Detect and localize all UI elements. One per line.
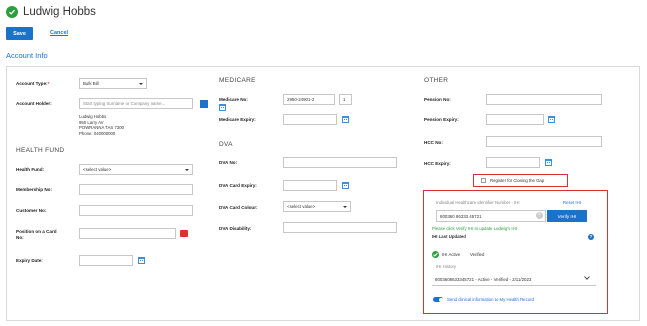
hcc-no-label: HCC No: — [424, 140, 443, 145]
medicare-no-input[interactable]: 2950-24901-2 — [283, 94, 335, 105]
closing-gap-checkbox[interactable] — [481, 178, 486, 183]
pension-no-label: Pension No: — [424, 97, 451, 102]
section-title: Account Info — [6, 51, 48, 60]
medicare-header: MEDICARE — [219, 77, 256, 84]
membership-input[interactable] — [79, 184, 193, 195]
account-type-select[interactable]: Bulk Bill — [79, 78, 147, 89]
customer-label: Customer No: — [16, 208, 47, 213]
dva-header: DVA — [219, 141, 233, 148]
medicare-expiry-input[interactable] — [283, 114, 337, 125]
hcc-no-input[interactable] — [486, 136, 602, 147]
reset-ihi-link[interactable]: Reset IHI — [563, 200, 581, 205]
ihi-status-active: IHI Active — [442, 252, 461, 257]
dva-disability-input[interactable] — [283, 222, 397, 233]
position-label: Position on a Card No: — [16, 229, 57, 240]
membership-label: Membership No: — [16, 187, 52, 192]
ihi-hint: Please click Verify IHI to update Ludwig… — [432, 226, 517, 231]
ihi-history-select[interactable]: 8003608633345721 - Active - Verified - 2… — [432, 273, 596, 286]
medicare-irn-input[interactable]: 1 — [339, 94, 352, 105]
chevron-down-icon — [584, 276, 590, 281]
health-fund-header: HEALTH FUND — [16, 147, 65, 154]
clear-icon[interactable]: × — [536, 212, 543, 219]
medicare-card-icon[interactable] — [219, 104, 226, 111]
calendar-icon[interactable] — [545, 159, 552, 166]
medicare-no-label: Medicare No: — [219, 97, 248, 102]
check-icon — [432, 251, 439, 258]
account-type-label: Account Type:* — [16, 81, 50, 86]
health-fund-label: Health Fund: — [16, 167, 45, 172]
chevron-down-icon — [185, 169, 189, 171]
health-fund-select[interactable]: <select value> — [79, 164, 193, 175]
dva-no-input[interactable] — [283, 157, 397, 168]
pension-no-input[interactable] — [486, 94, 602, 105]
medicare-expiry-label: Medicare Expiry: — [219, 117, 256, 122]
chevron-down-icon — [139, 83, 143, 85]
ihi-status-verified: Verified — [470, 252, 485, 257]
pension-expiry-label: Pension Expiry: — [424, 117, 459, 122]
cancel-link[interactable]: Cancel — [50, 30, 68, 36]
ihi-history-label: IHI History — [436, 264, 457, 269]
hcc-expiry-input[interactable] — [486, 157, 540, 168]
help-icon[interactable]: ? — [588, 234, 594, 240]
calendar-icon[interactable] — [138, 257, 145, 264]
ihi-last-updated-label: IHI Last Updated — [432, 234, 466, 239]
account-holder-input[interactable]: Start typing Surname or Company name... — [79, 98, 193, 109]
hcc-expiry-label: HCC Expiry: — [424, 161, 451, 166]
page-header: Ludwig Hobbs — [6, 6, 96, 18]
save-button[interactable]: Save — [6, 27, 33, 40]
expiry-date-label: Expiry Date: — [16, 258, 43, 263]
ihi-input[interactable]: 800360 86333 45721 — [436, 210, 546, 222]
dva-card-colour-label: DVA Card Colour: — [219, 205, 258, 210]
expiry-date-input[interactable] — [79, 255, 133, 266]
patient-name: Ludwig Hobbs — [23, 6, 96, 18]
customer-input[interactable] — [79, 205, 193, 216]
send-mhr-toggle[interactable] — [433, 297, 443, 302]
dva-disability-label: DVA Disability: — [219, 226, 252, 231]
dva-card-expiry-label: DVA Card Expiry: — [219, 183, 257, 188]
card-icon[interactable] — [180, 230, 188, 237]
dva-no-label: DVA No: — [219, 160, 238, 165]
verify-ihi-button[interactable]: Verify IHI — [547, 210, 587, 222]
other-header: OTHER — [424, 77, 449, 84]
chevron-down-icon — [343, 206, 347, 208]
calendar-icon[interactable] — [548, 116, 555, 123]
pension-expiry-input[interactable] — [486, 114, 544, 125]
dva-card-expiry-input[interactable] — [283, 180, 337, 191]
account-holder-address: Ludwig Hobbs 950 Larry AV POWRANNA TAS 7… — [79, 114, 124, 136]
calendar-icon[interactable] — [342, 182, 349, 189]
dva-card-colour-select[interactable]: <select value> — [283, 201, 351, 212]
calendar-icon[interactable] — [342, 116, 349, 123]
ihi-field-label: Individual Healthcare Identifier Number … — [436, 200, 520, 205]
send-mhr-label[interactable]: Send clinical information to My Health R… — [447, 297, 534, 302]
account-holder-label: Account Holder: — [16, 101, 52, 106]
position-input[interactable] — [79, 228, 176, 239]
search-icon[interactable] — [200, 100, 208, 108]
check-circle-icon — [6, 6, 18, 18]
closing-gap-label[interactable]: Register for Closing the Gap — [490, 178, 544, 183]
